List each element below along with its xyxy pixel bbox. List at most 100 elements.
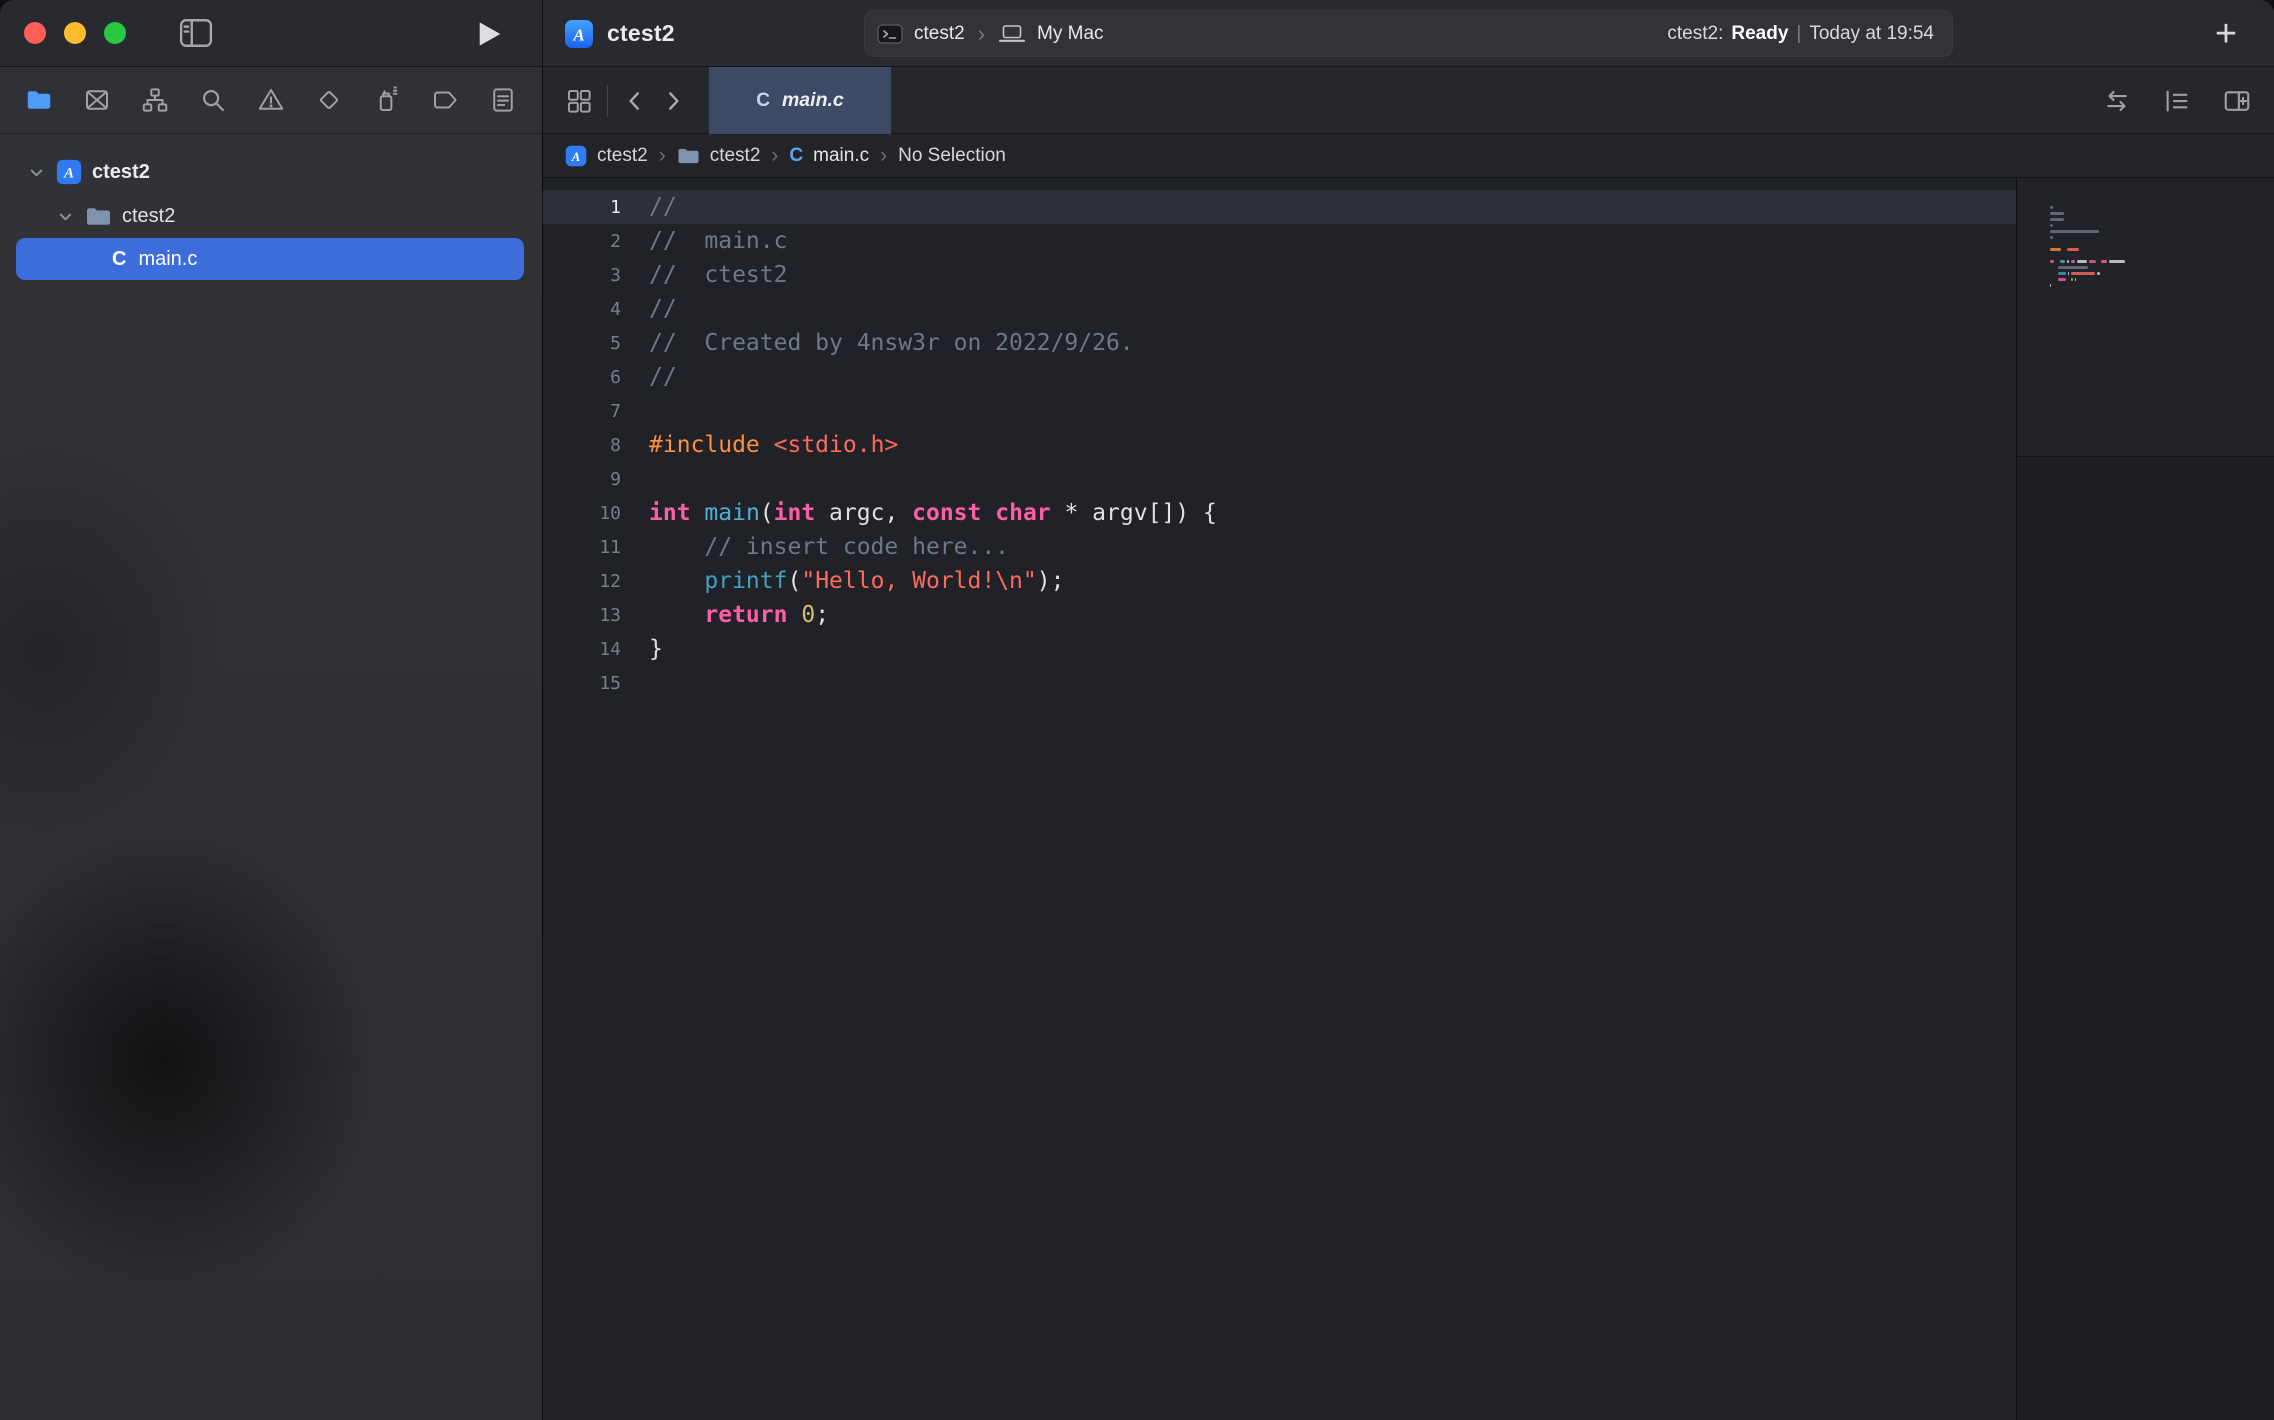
code-line[interactable]: 10int main(int argc, const char * argv[]… (543, 496, 2016, 530)
folder-icon (677, 146, 700, 166)
scheme-selector[interactable]: ctest2 › My Mac (877, 21, 1104, 47)
toolbar-divider (607, 85, 608, 117)
chevron-separator-icon: › (880, 144, 887, 168)
jumpbar-project[interactable]: ctest2 (597, 145, 648, 167)
line-number[interactable]: 15 (543, 673, 621, 694)
line-number[interactable]: 6 (543, 367, 621, 388)
breakpoints-icon[interactable] (428, 83, 462, 117)
sidebar-split-divider[interactable] (542, 0, 543, 1420)
traffic-lights (24, 22, 126, 44)
titlebar: A ctest2 ctest2 › (0, 0, 2274, 67)
xcode-project-icon: A (56, 159, 82, 185)
find-icon[interactable] (196, 83, 230, 117)
tree-row-main-c-selected[interactable]: C main.c (16, 238, 524, 280)
zoom-window-button[interactable] (104, 22, 126, 44)
status-app: ctest2: (1667, 23, 1723, 45)
add-editor-icon[interactable] (2218, 82, 2256, 120)
scheme-target: ctest2 (914, 23, 965, 45)
c-file-icon: C (789, 145, 803, 167)
chevron-separator-icon: › (659, 144, 666, 168)
code-line[interactable]: 7 (543, 394, 2016, 428)
executable-icon (877, 23, 903, 45)
code-line[interactable]: 4// (543, 292, 2016, 326)
code-line[interactable]: 9 (543, 462, 2016, 496)
line-number[interactable]: 4 (543, 299, 621, 320)
tree-label: main.c (138, 248, 197, 271)
line-number[interactable]: 2 (543, 231, 621, 252)
build-status[interactable]: ctest2: Ready | Today at 19:54 (1667, 23, 1934, 45)
tree-row-project[interactable]: A ctest2 (0, 150, 542, 194)
code-line[interactable]: 6// (543, 360, 2016, 394)
status-time: Today at 19:54 (1809, 23, 1934, 45)
tree-label: ctest2 (122, 205, 175, 228)
minimize-window-button[interactable] (64, 22, 86, 44)
disclosure-chevron-icon[interactable] (55, 207, 75, 226)
c-file-icon: C (756, 90, 770, 112)
minimap-options-icon[interactable] (2158, 82, 2196, 120)
minimap[interactable] (2050, 204, 2274, 294)
activity-view: ctest2 › My Mac ctest2: Ready | Today at… (864, 10, 1953, 57)
editor-right-panel (2016, 178, 2274, 1420)
jumpbar-selection[interactable]: No Selection (898, 145, 1006, 167)
project-navigator: A ctest2 ctest2 C main.c (0, 134, 542, 1420)
tree-row-group[interactable]: ctest2 (0, 194, 542, 238)
forward-chevron-icon[interactable] (655, 83, 691, 119)
line-number[interactable]: 1 (543, 197, 621, 218)
jumpbar-file[interactable]: main.c (813, 145, 869, 167)
back-chevron-icon[interactable] (617, 83, 653, 119)
code-line[interactable]: 15 (543, 666, 2016, 700)
source-editor[interactable]: 1//2// main.c3// ctest24//5// Created by… (543, 178, 2016, 1420)
code-line[interactable]: 3// ctest2 (543, 258, 2016, 292)
debug-icon[interactable] (370, 83, 404, 117)
navigator-bar (0, 67, 542, 134)
jump-bar: A ctest2 › ctest2 › C main.c › No Select… (543, 134, 2274, 178)
disclosure-chevron-icon[interactable] (26, 163, 46, 182)
minimap-container (2017, 178, 2274, 457)
line-number[interactable]: 3 (543, 265, 621, 286)
line-number[interactable]: 14 (543, 639, 621, 660)
symbols-icon[interactable] (138, 83, 172, 117)
code-line[interactable]: 12 printf("Hello, World!\n"); (543, 564, 2016, 598)
code-area[interactable]: 1//2// main.c3// ctest24//5// Created by… (543, 190, 2016, 700)
code-line[interactable]: 11 // insert code here... (543, 530, 2016, 564)
code-line[interactable]: 8#include <stdio.h> (543, 428, 2016, 462)
line-number[interactable]: 12 (543, 571, 621, 592)
code-line[interactable]: 13 return 0; (543, 598, 2016, 632)
tab-bar: C main.c (543, 67, 2274, 134)
jumpbar-group[interactable]: ctest2 (710, 145, 761, 167)
laptop-icon (998, 23, 1026, 45)
line-number[interactable]: 5 (543, 333, 621, 354)
jumpbar-project-icon: A (565, 145, 587, 167)
line-number[interactable]: 9 (543, 469, 621, 490)
line-number[interactable]: 11 (543, 537, 621, 558)
status-separator: | (1796, 23, 1801, 45)
close-window-button[interactable] (24, 22, 46, 44)
reports-icon[interactable] (486, 83, 520, 117)
code-line[interactable]: 5// Created by 4nsw3r on 2022/9/26. (543, 326, 2016, 360)
code-line[interactable]: 1// (543, 190, 2016, 224)
tests-icon[interactable] (312, 83, 346, 117)
related-items-arrows-icon[interactable] (2098, 82, 2136, 120)
issues-icon[interactable] (254, 83, 288, 117)
tab-main-c[interactable]: C main.c (709, 67, 891, 134)
svg-text:A: A (63, 166, 74, 182)
svg-text:A: A (571, 149, 580, 163)
line-number[interactable]: 7 (543, 401, 621, 422)
project-navigator-icon[interactable] (22, 83, 56, 117)
line-number[interactable]: 10 (543, 503, 621, 524)
c-file-icon: C (112, 248, 126, 271)
xcode-window: A ctest2 ctest2 › (0, 0, 2274, 1420)
line-number[interactable]: 13 (543, 605, 621, 626)
tree-label: ctest2 (92, 161, 150, 184)
line-number[interactable]: 8 (543, 435, 621, 456)
code-line[interactable]: 14} (543, 632, 2016, 666)
source-control-icon[interactable] (80, 83, 114, 117)
tab-overview-icon[interactable] (561, 83, 597, 119)
status-state: Ready (1731, 23, 1788, 45)
code-line[interactable]: 2// main.c (543, 224, 2016, 258)
folder-icon (85, 205, 112, 228)
new-tab-button[interactable]: + (2204, 12, 2248, 56)
run-button[interactable] (474, 18, 506, 50)
chevron-separator-icon: › (771, 144, 778, 168)
sidebar-toggle-icon[interactable] (178, 16, 214, 50)
